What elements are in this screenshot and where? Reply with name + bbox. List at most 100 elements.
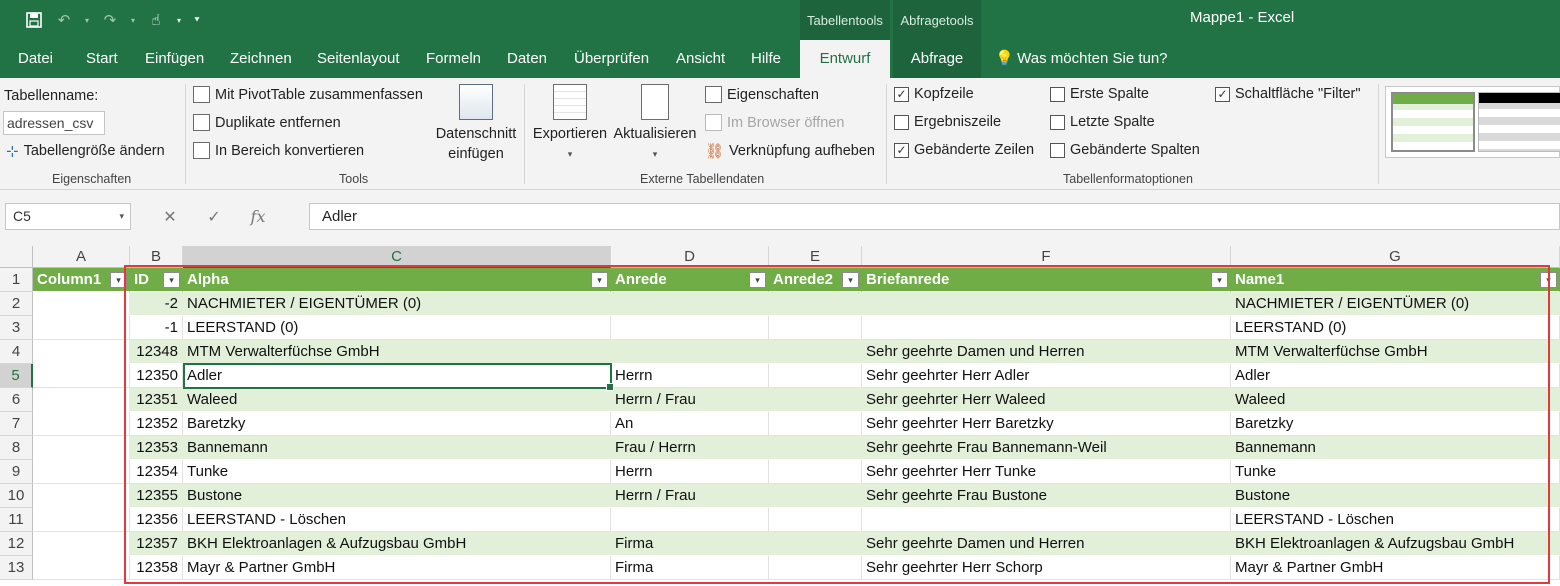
table-style-green-selected[interactable] <box>1391 92 1475 152</box>
filter-dropdown-icon[interactable]: ▾ <box>591 272 608 288</box>
table-cell[interactable]: Sehr geehrter Herr Schorp <box>862 556 1231 580</box>
table-cell[interactable] <box>33 460 130 484</box>
tab-formeln[interactable]: Formeln <box>426 40 481 78</box>
table-cell[interactable]: Baretzky <box>183 412 611 436</box>
unlink-button[interactable]: ⛓ Verknüpfung aufheben <box>705 142 875 160</box>
table-cell[interactable]: Bustone <box>183 484 611 508</box>
table-cell[interactable] <box>33 412 130 436</box>
table-cell[interactable]: MTM Verwalterfüchse GmbH <box>1231 340 1560 364</box>
table-cell[interactable]: NACHMIETER / EIGENTÜMER (0) <box>1231 292 1560 316</box>
table-cell[interactable]: Herrn / Frau <box>611 484 769 508</box>
column-header-b[interactable]: B <box>130 246 183 268</box>
name-box[interactable]: C5 ▾ <box>5 203 131 230</box>
redo-dropdown-icon[interactable]: ▾ <box>128 8 138 32</box>
table-style-dark[interactable] <box>1478 92 1560 152</box>
pivottable-summarize-button[interactable]: Mit PivotTable zusammenfassen <box>193 86 423 103</box>
table-cell[interactable]: LEERSTAND (0) <box>1231 316 1560 340</box>
table-cell[interactable]: Sehr geehrte Frau Bustone <box>862 484 1231 508</box>
touch-dropdown-icon[interactable]: ▾ <box>174 8 184 32</box>
last-column-checkbox[interactable] <box>1050 114 1065 130</box>
filter-button-checkbox[interactable]: ✓ <box>1215 86 1230 102</box>
table-cell[interactable] <box>33 340 130 364</box>
column-header-c[interactable]: C <box>183 246 611 268</box>
table-cell[interactable] <box>769 508 862 532</box>
tab-hilfe[interactable]: Hilfe <box>751 40 781 78</box>
insert-slicer-button[interactable]: Datenschnitt einfügen <box>430 84 522 164</box>
tab-seitenlayout[interactable]: Seitenlayout <box>317 40 400 78</box>
row-header[interactable]: 1 <box>0 268 33 292</box>
table-cell[interactable]: Mayr & Partner GmbH <box>1231 556 1560 580</box>
table-cell[interactable]: Bannemann <box>1231 436 1560 460</box>
table-cell[interactable]: 12356 <box>130 508 183 532</box>
option-banded-columns[interactable]: Gebänderte Spalten <box>1050 142 1200 158</box>
table-cell[interactable]: BKH Elektroanlagen & Aufzugsbau GmbH <box>183 532 611 556</box>
table-cell[interactable]: Sehr geehrte Damen und Herren <box>862 340 1231 364</box>
option-banded-rows[interactable]: ✓ Gebänderte Zeilen <box>894 142 1034 158</box>
table-cell[interactable]: Waleed <box>183 388 611 412</box>
table-name-input[interactable] <box>3 111 105 135</box>
tab-entwurf[interactable]: Entwurf <box>800 40 890 78</box>
table-cell[interactable]: Sehr geehrter Herr Adler <box>862 364 1231 388</box>
table-cell[interactable]: Tunke <box>183 460 611 484</box>
table-header-cell[interactable]: Anrede2 ▾ <box>769 268 862 292</box>
table-cell[interactable]: MTM Verwalterfüchse GmbH <box>183 340 611 364</box>
table-cell[interactable] <box>769 556 862 580</box>
tab-datei[interactable]: Datei <box>18 40 53 78</box>
column-header-g[interactable]: G <box>1231 246 1560 268</box>
export-button[interactable]: Exportieren ▾ <box>529 84 611 164</box>
banded-rows-checkbox[interactable]: ✓ <box>894 142 909 158</box>
table-cell[interactable]: 12358 <box>130 556 183 580</box>
tell-me-search[interactable]: 💡 Was möchten Sie tun? <box>995 40 1168 78</box>
table-cell[interactable]: Herrn / Frau <box>611 388 769 412</box>
header-row-checkbox[interactable]: ✓ <box>894 86 909 102</box>
table-header-cell[interactable]: Alpha ▾ <box>183 268 611 292</box>
tab-ansicht[interactable]: Ansicht <box>676 40 725 78</box>
select-all-corner[interactable] <box>0 246 33 268</box>
banded-columns-checkbox[interactable] <box>1050 142 1065 158</box>
table-cell[interactable]: -2 <box>130 292 183 316</box>
row-header[interactable]: 6 <box>0 388 33 412</box>
table-cell[interactable] <box>769 364 862 388</box>
option-filter-button[interactable]: ✓ Schaltfläche "Filter" <box>1215 86 1361 102</box>
refresh-button[interactable]: Aktualisieren ▾ <box>611 84 699 164</box>
confirm-icon[interactable]: ✓ <box>192 207 236 227</box>
table-cell[interactable]: 12357 <box>130 532 183 556</box>
row-header[interactable]: 3 <box>0 316 33 340</box>
table-cell[interactable]: Baretzky <box>1231 412 1560 436</box>
insert-function-icon[interactable]: fx <box>236 207 280 226</box>
table-cell[interactable]: Frau / Herrn <box>611 436 769 460</box>
tab-zeichnen[interactable]: Zeichnen <box>230 40 292 78</box>
table-header-cell[interactable]: ID ▾ <box>130 268 183 292</box>
tab-start[interactable]: Start <box>86 40 118 78</box>
table-cell[interactable]: 12353 <box>130 436 183 460</box>
table-cell[interactable]: Mayr & Partner GmbH <box>183 556 611 580</box>
column-header-d[interactable]: D <box>611 246 769 268</box>
resize-table-button[interactable]: ⊹ Tabellengröße ändern <box>6 142 165 160</box>
table-header-cell[interactable]: Anrede ▾ <box>611 268 769 292</box>
cancel-icon[interactable]: ✕ <box>148 207 192 227</box>
table-cell[interactable]: Firma <box>611 532 769 556</box>
filter-dropdown-icon[interactable]: ▾ <box>1540 272 1557 288</box>
column-header-a[interactable]: A <box>33 246 130 268</box>
table-cell[interactable]: LEERSTAND - Löschen <box>1231 508 1560 532</box>
table-cell[interactable] <box>769 532 862 556</box>
table-header-cell[interactable]: Briefanrede ▾ <box>862 268 1231 292</box>
row-header[interactable]: 12 <box>0 532 33 556</box>
tab-ueberpruefen[interactable]: Überprüfen <box>574 40 649 78</box>
save-icon[interactable] <box>22 8 46 32</box>
tab-abfrage[interactable]: Abfrage <box>893 40 981 78</box>
table-cell[interactable] <box>769 388 862 412</box>
table-cell[interactable]: 12355 <box>130 484 183 508</box>
table-cell[interactable] <box>862 508 1231 532</box>
filter-dropdown-icon[interactable]: ▾ <box>842 272 859 288</box>
remove-duplicates-button[interactable]: Duplikate entfernen <box>193 114 341 131</box>
customize-qat-icon[interactable]: ⯆ <box>190 8 204 32</box>
option-first-column[interactable]: Erste Spalte <box>1050 86 1149 102</box>
table-cell[interactable]: Bustone <box>1231 484 1560 508</box>
table-cell[interactable] <box>769 316 862 340</box>
first-column-checkbox[interactable] <box>1050 86 1065 102</box>
table-header-cell[interactable]: Column1 ▾ <box>33 268 130 292</box>
row-header[interactable]: 11 <box>0 508 33 532</box>
table-cell[interactable] <box>33 484 130 508</box>
table-cell[interactable]: Sehr geehrter Herr Tunke <box>862 460 1231 484</box>
